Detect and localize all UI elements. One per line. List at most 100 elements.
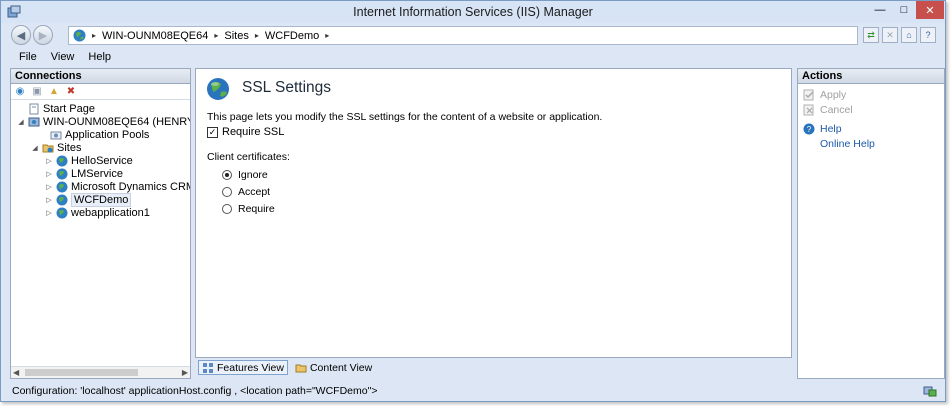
expand-icon[interactable]: ▷: [45, 170, 53, 178]
close-button[interactable]: ✕: [916, 1, 944, 19]
radio-require-row[interactable]: Require: [222, 203, 275, 215]
collapse-icon[interactable]: ◢: [17, 118, 25, 126]
expand-icon[interactable]: ▷: [45, 183, 53, 191]
help-icon: ?: [803, 123, 815, 135]
tree-item-label: LMService: [71, 167, 123, 180]
status-bar: Configuration: 'localhost' applicationHo…: [1, 381, 945, 401]
radio-ignore[interactable]: [222, 170, 232, 180]
tree-item-label: webapplication1: [71, 206, 150, 219]
delete-connection-icon[interactable]: ✖: [65, 86, 77, 98]
network-status-icon: [923, 386, 937, 397]
require-ssl-row[interactable]: ✓ Require SSL: [207, 126, 284, 138]
status-text: Configuration: 'localhost' applicationHo…: [12, 385, 378, 397]
window-title: Internet Information Services (IIS) Mana…: [353, 5, 593, 19]
scroll-thumb[interactable]: [25, 369, 138, 376]
tree-item-wcfdemo[interactable]: ▷ WCFDemo: [45, 192, 132, 207]
breadcrumb-sites[interactable]: Sites: [224, 30, 248, 42]
maximize-button[interactable]: □: [892, 1, 916, 19]
tree-item-label-selected: WCFDemo: [71, 192, 132, 207]
sites-folder-icon: [42, 144, 54, 152]
tree-item-label: HelloService: [71, 154, 133, 167]
radio-require-label: Require: [238, 203, 275, 215]
expand-icon[interactable]: ▷: [45, 157, 53, 165]
crumb-separator: ▸: [214, 31, 219, 40]
scroll-left-icon[interactable]: ◀: [13, 368, 19, 377]
minimize-button[interactable]: —: [868, 1, 892, 19]
breadcrumb-server[interactable]: WIN-OUNM08EQE64: [102, 30, 208, 42]
cancel-action[interactable]: Cancel: [803, 104, 853, 116]
tab-features-view[interactable]: Features View: [198, 360, 288, 375]
radio-require[interactable]: [222, 204, 232, 214]
tree-item-sites[interactable]: ◢ Sites: [31, 141, 81, 154]
tree-item-server[interactable]: ◢ WIN-OUNM08EQE64 (HENRY\administrator): [17, 115, 190, 128]
apply-action[interactable]: Apply: [803, 89, 846, 101]
refresh-icon[interactable]: ⇄: [863, 27, 879, 43]
menu-help[interactable]: Help: [88, 51, 111, 63]
radio-accept[interactable]: [222, 187, 232, 197]
tree-item-helloservice[interactable]: ▷ HelloService: [45, 154, 133, 167]
crumb-separator: ▸: [254, 31, 259, 40]
connections-panel: Connections ◉ ▣ ▲ ✖ Start Page ◢ WIN-OUN…: [10, 68, 191, 379]
online-help-label: Online Help: [820, 138, 875, 150]
home-icon[interactable]: ⌂: [901, 27, 917, 43]
tree-item-label: Microsoft Dynamics CRM: [71, 180, 190, 193]
features-view-icon: [203, 362, 213, 373]
stop-icon[interactable]: ✕: [882, 27, 898, 43]
tree-item-application-pools[interactable]: Application Pools: [39, 128, 149, 141]
radio-accept-row[interactable]: Accept: [222, 186, 270, 198]
tree-item-label: Sites: [57, 141, 82, 154]
help-action[interactable]: ? Help: [803, 123, 842, 135]
horizontal-scrollbar[interactable]: ◀ ▶: [11, 366, 190, 378]
save-icon[interactable]: ▣: [31, 86, 43, 98]
server-icon: [28, 117, 40, 126]
connect-icon[interactable]: ◉: [14, 86, 26, 98]
website-globe-icon: [56, 155, 68, 166]
connections-tree: Start Page ◢ WIN-OUNM08EQE64 (HENRY\admi…: [11, 100, 190, 362]
tab-features-view-label: Features View: [217, 361, 284, 374]
forward-button[interactable]: ▶: [33, 25, 53, 45]
require-ssl-checkbox[interactable]: ✓: [207, 126, 218, 138]
website-globe-icon: [56, 194, 68, 205]
radio-ignore-label: Ignore: [238, 169, 268, 181]
view-tabs: Features View Content View: [198, 360, 375, 376]
online-help-action[interactable]: Online Help: [820, 138, 875, 150]
tab-content-view-label: Content View: [309, 361, 373, 374]
apply-icon: [803, 89, 814, 101]
iis-manager-window: Internet Information Services (IIS) Mana…: [0, 0, 946, 402]
radio-ignore-row[interactable]: Ignore: [222, 169, 268, 181]
require-ssl-label: Require SSL: [222, 126, 285, 138]
start-page-icon: [29, 103, 39, 114]
client-certificates-label: Client certificates:: [207, 151, 290, 163]
connections-toolbar: ◉ ▣ ▲ ✖: [11, 84, 190, 100]
up-level-icon[interactable]: ▲: [48, 86, 60, 98]
menu-file[interactable]: File: [19, 51, 37, 63]
globe-icon: [73, 29, 86, 42]
address-row: ◀ ▶ ▸ WIN-OUNM08EQE64 ▸ Sites ▸ WCFDemo …: [1, 23, 945, 47]
website-globe-icon: [56, 168, 68, 179]
title-bar: Internet Information Services (IIS) Mana…: [1, 1, 945, 23]
collapse-icon[interactable]: ◢: [31, 144, 39, 152]
help-label: Help: [820, 123, 842, 135]
apply-label: Apply: [820, 89, 847, 101]
tree-item-label: WIN-OUNM08EQE64 (HENRY\administrator): [43, 115, 190, 128]
application-pools-icon: [50, 131, 62, 139]
tab-content-view[interactable]: Content View: [292, 360, 375, 375]
address-bar[interactable]: ▸ WIN-OUNM08EQE64 ▸ Sites ▸ WCFDemo ▸: [68, 26, 858, 45]
tree-item-start-page[interactable]: Start Page: [17, 102, 95, 115]
tree-item-microsoft-dynamics-crm[interactable]: ▷ Microsoft Dynamics CRM: [45, 180, 190, 193]
scroll-right-icon[interactable]: ▶: [182, 368, 188, 377]
expand-icon[interactable]: ▷: [45, 196, 53, 204]
svg-text:?: ?: [807, 125, 812, 134]
menu-view[interactable]: View: [51, 51, 75, 63]
website-globe-icon: [56, 207, 68, 218]
page-title: SSL Settings: [242, 79, 332, 96]
breadcrumb-wcfdemo[interactable]: WCFDemo: [265, 30, 319, 42]
radio-accept-label: Accept: [238, 186, 271, 198]
website-globe-icon: [56, 181, 68, 192]
back-button[interactable]: ◀: [11, 25, 31, 45]
page-description: This page lets you modify the SSL settin…: [207, 111, 603, 123]
tree-item-lmservice[interactable]: ▷ LMService: [45, 167, 123, 180]
expand-icon[interactable]: ▷: [45, 209, 53, 217]
help-dropdown-icon[interactable]: ?: [920, 27, 936, 43]
tree-item-webapplication1[interactable]: ▷ webapplication1: [45, 206, 150, 219]
